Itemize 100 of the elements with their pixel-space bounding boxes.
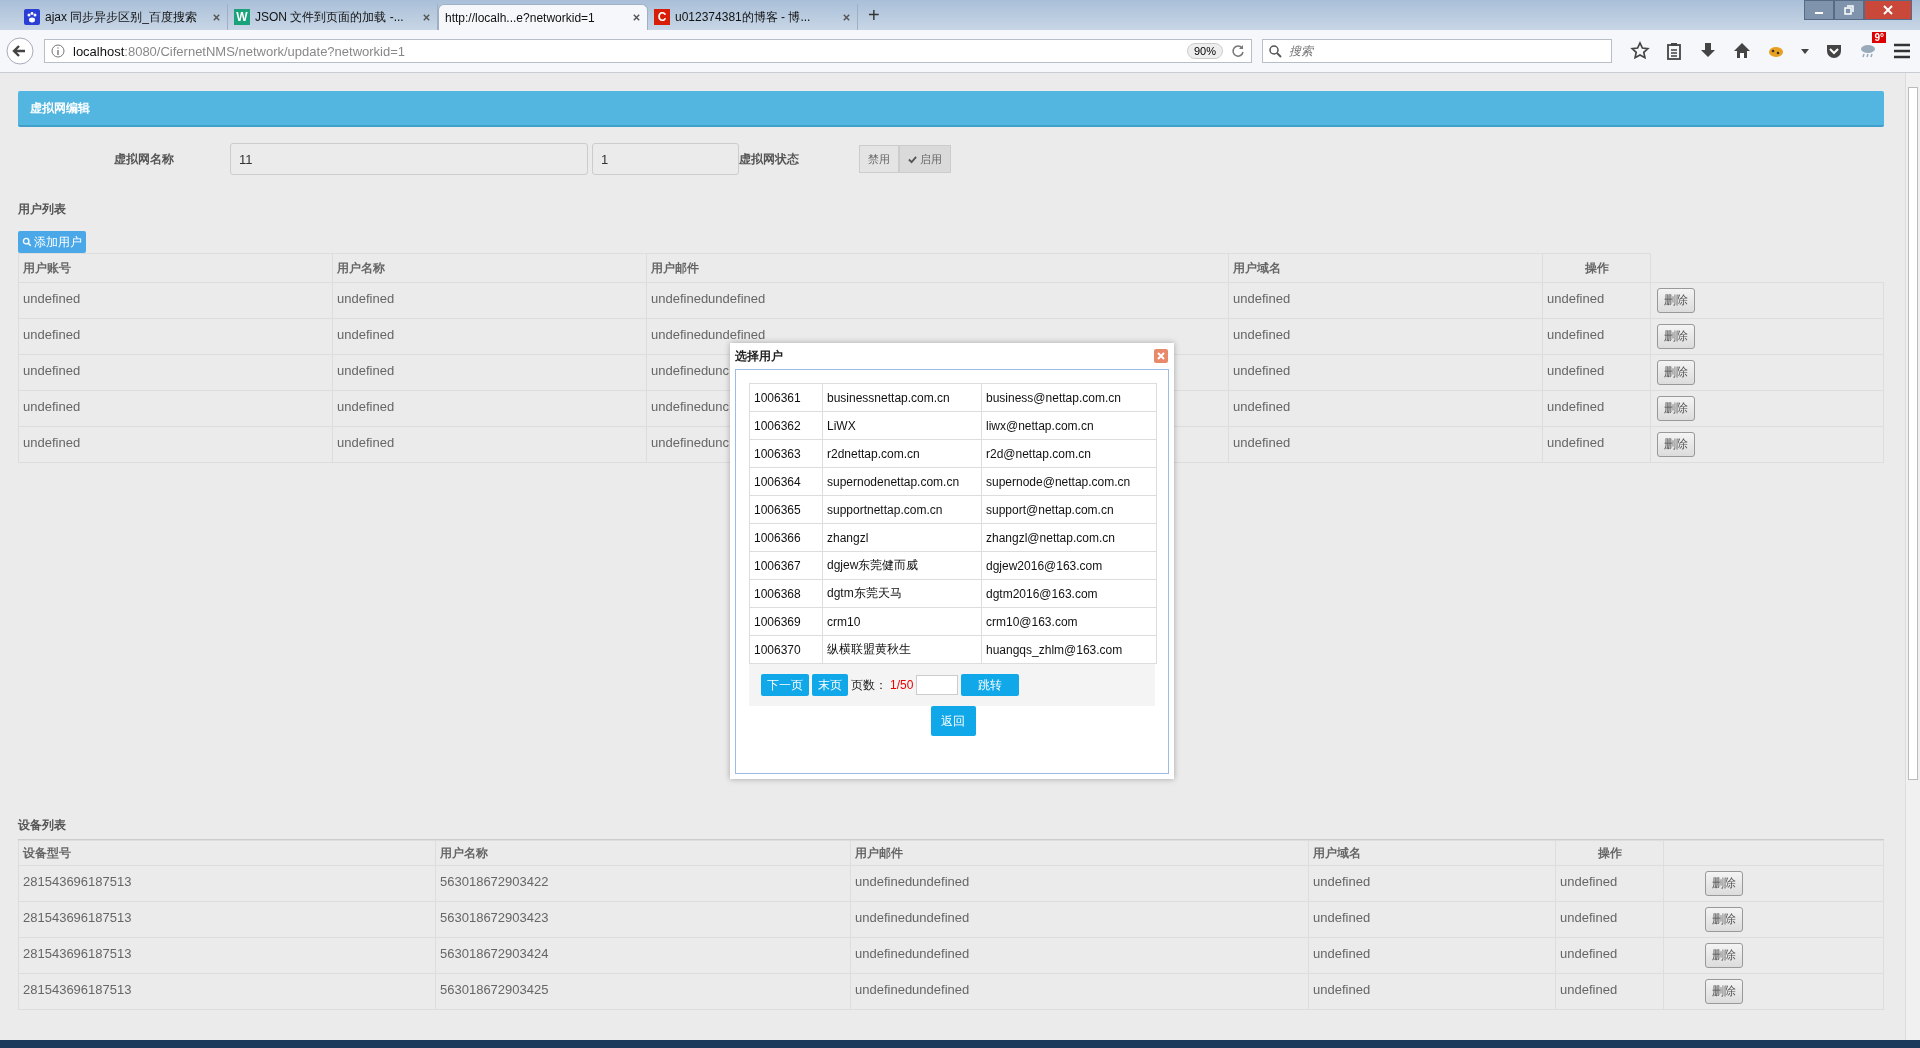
page-label: 页数： — [851, 676, 887, 694]
delete-button[interactable]: 删除 — [1657, 324, 1695, 349]
status-option[interactable]: 启用 — [899, 145, 951, 173]
table-cell: 1006362 — [749, 411, 823, 440]
browser-tab[interactable]: http://localh...e?networkid=1 — [438, 4, 648, 30]
close-button[interactable] — [1154, 349, 1168, 363]
table-cell: 281543696187513 — [18, 937, 436, 974]
column-header: 操作 — [1542, 253, 1651, 283]
table-cell: crm10 — [822, 607, 982, 636]
table-cell: undefined — [1542, 426, 1651, 463]
table-cell: undefined — [1228, 282, 1543, 319]
table-cell: undefined — [1542, 390, 1651, 427]
close-icon[interactable] — [422, 12, 431, 22]
section-heading: 设备列表 — [18, 811, 1884, 840]
table-cell: undefined — [1308, 937, 1556, 974]
delete-button[interactable]: 删除 — [1657, 432, 1695, 457]
restore-icon — [1844, 5, 1854, 15]
restore-button[interactable] — [1834, 0, 1864, 20]
table-cell: 281543696187513 — [18, 865, 436, 902]
info-icon[interactable] — [51, 44, 65, 58]
table-cell: undefined — [1228, 426, 1543, 463]
status-option[interactable]: 禁用 — [859, 145, 899, 173]
table-cell: zhangzl@nettap.com.cn — [981, 523, 1157, 552]
table-cell: supernode@nettap.com.cn — [981, 467, 1157, 496]
column-header: 用户域名 — [1228, 253, 1543, 283]
table-cell: businessnettap.com.cn — [822, 383, 982, 412]
minimize-icon — [1815, 12, 1823, 14]
home-icon[interactable] — [1732, 41, 1752, 61]
column-header: 操作 — [1555, 840, 1664, 866]
table-cell: undefined — [332, 426, 647, 463]
new-tab-button[interactable]: + — [858, 4, 890, 30]
column-header: 用户名称 — [332, 253, 647, 283]
table-cell: 1006363 — [749, 439, 823, 468]
reload-icon[interactable] — [1231, 44, 1245, 58]
table-cell: supernodenettap.com.cn — [822, 467, 982, 496]
caret-icon[interactable] — [1800, 46, 1810, 56]
table-cell: 1006368 — [749, 579, 823, 608]
table-cell: undefined — [1555, 901, 1664, 938]
close-button[interactable] — [1864, 0, 1912, 20]
column-header: 用户域名 — [1308, 840, 1556, 866]
clipboard-icon[interactable] — [1664, 41, 1684, 61]
table-cell: 1006370 — [749, 635, 823, 664]
delete-button[interactable]: 删除 — [1657, 360, 1695, 385]
table-cell: 563018672903425 — [435, 973, 851, 1010]
table-cell: undefined — [18, 390, 333, 427]
star-icon[interactable] — [1630, 41, 1650, 61]
table-cell: undefined — [332, 354, 647, 391]
delete-button[interactable]: 删除 — [1705, 871, 1743, 896]
url-text: localhost:8080/CifernetNMS/network/update?networkid=1 — [73, 43, 407, 59]
table-cell: business@nettap.com.cn — [981, 383, 1157, 412]
table-cell: liwx@nettap.com.cn — [981, 411, 1157, 440]
delete-button[interactable]: 删除 — [1657, 396, 1695, 421]
delete-button[interactable]: 删除 — [1705, 979, 1743, 1004]
table-cell: undefined — [18, 282, 333, 319]
zoom-level[interactable]: 90% — [1186, 43, 1223, 59]
menu-icon[interactable] — [1892, 41, 1912, 61]
table-cell: undefined — [332, 318, 647, 355]
delete-button[interactable]: 删除 — [1657, 288, 1695, 313]
table-cell: undefined — [1308, 901, 1556, 938]
scrollbar[interactable] — [1905, 73, 1920, 1040]
table-cell: 563018672903422 — [435, 865, 851, 902]
search-field[interactable]: 搜索 — [1262, 39, 1612, 63]
close-icon[interactable] — [632, 13, 641, 22]
delete-button[interactable]: 删除 — [1705, 943, 1743, 968]
table-cell: support@nettap.com.cn — [981, 495, 1157, 524]
close-icon[interactable] — [212, 12, 221, 22]
section-heading: 用户列表 — [18, 201, 67, 218]
table-cell: undefinedundefined — [850, 901, 1309, 938]
back-button[interactable] — [6, 37, 34, 65]
table-cell: undefinedundefined — [850, 865, 1309, 902]
table-cell: undefinedundefined — [646, 282, 1229, 319]
table-cell: 1006369 — [749, 607, 823, 636]
table-cell: undefined — [18, 354, 333, 391]
table-cell: undefined — [1555, 973, 1664, 1010]
search-icon — [1268, 44, 1282, 58]
table-cell: 1006367 — [749, 551, 823, 580]
name-field[interactable]: 11 — [230, 143, 588, 175]
table-cell: r2d@nettap.com.cn — [981, 439, 1157, 468]
table-cell: 1006364 — [749, 467, 823, 496]
table-cell: huangqs_zhlm@163.com — [981, 635, 1157, 664]
table-cell: undefined — [1308, 973, 1556, 1010]
address-bar[interactable]: localhost:8080/CifernetNMS/network/update?networkid=1 90% — [44, 39, 1252, 63]
table-cell: 281543696187513 — [18, 901, 436, 938]
delete-button[interactable]: 删除 — [1705, 907, 1743, 932]
page-field[interactable] — [916, 675, 959, 695]
table-cell: LiWX — [822, 411, 982, 440]
table-cell: supportnettap.com.cn — [822, 495, 982, 524]
site-icon: C — [654, 9, 670, 25]
minimize-button[interactable] — [1804, 0, 1834, 20]
table-cell: dgtm东莞天马 — [822, 579, 982, 608]
search-icon — [22, 237, 32, 247]
close-icon[interactable] — [842, 12, 851, 22]
table-cell: undefinedundefined — [850, 973, 1309, 1010]
scrollbar-thumb[interactable] — [1908, 87, 1918, 780]
page-count: 1/50 — [890, 678, 914, 692]
value-field[interactable]: 1 — [592, 143, 739, 175]
table-cell: undefined — [1555, 865, 1664, 902]
table-cell: undefined — [332, 282, 647, 319]
close-icon — [1883, 5, 1893, 15]
table-cell: undefined — [1228, 354, 1543, 391]
